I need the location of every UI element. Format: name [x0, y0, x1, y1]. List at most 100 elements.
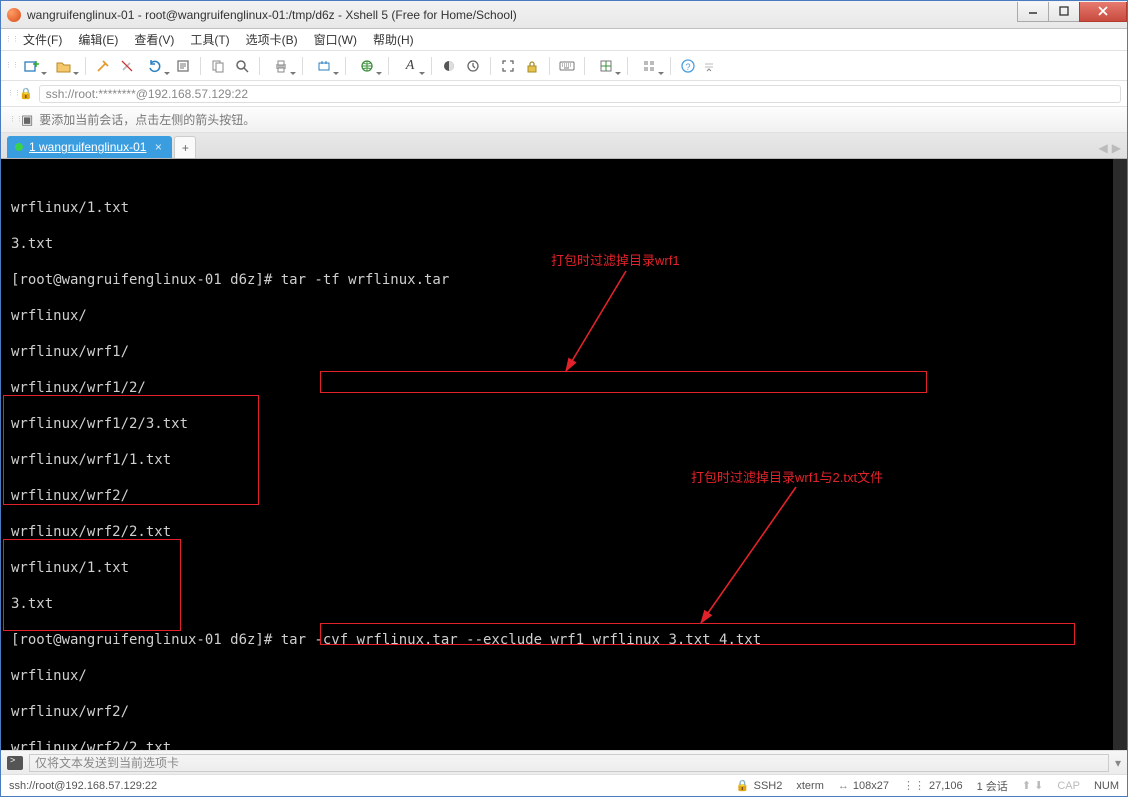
lock-button[interactable] [521, 55, 543, 77]
arrange-button[interactable] [634, 55, 664, 77]
search-button[interactable] [231, 55, 253, 77]
toolbar-separator [85, 57, 86, 75]
toolbar-options-button[interactable] [701, 55, 717, 77]
highlight-box [3, 539, 181, 631]
terminal-line: [root@wangruifenglinux-01 d6z]# tar -cvf… [11, 631, 1121, 649]
terminal-line: wrflinux/wrf1/ [11, 343, 1121, 361]
address-text: ssh://root:********@192.168.57.129:22 [46, 87, 248, 101]
toolbar-separator [490, 57, 491, 75]
menu-tab[interactable]: 选项卡(B) [238, 29, 306, 50]
grip-icon: ⋮⋮ [9, 118, 15, 122]
disconnect-button[interactable] [116, 55, 138, 77]
grip-icon: ⋮⋮ [5, 38, 11, 42]
titlebar: wangruifenglinux-01 - root@wangruifengli… [1, 1, 1127, 29]
properties-button[interactable] [172, 55, 194, 77]
terminal-line: wrflinux/wrf1/2/3.txt [11, 415, 1121, 433]
minimize-button[interactable] [1017, 2, 1049, 22]
resize-icon: ↔ [838, 780, 849, 792]
terminal-line: [root@wangruifenglinux-01 d6z]# tar -tf … [11, 271, 1121, 289]
new-session-button[interactable] [17, 55, 47, 77]
tab-close-button[interactable]: × [152, 141, 164, 153]
toolbar-separator [431, 57, 432, 75]
status-sessions: 1 会话 [977, 778, 1008, 794]
terminal-line: wrflinux/wrf2/ [11, 487, 1121, 505]
lock-icon: 🔒 [736, 779, 750, 792]
grip-icon: ⋮⋮ [7, 92, 13, 96]
status-connection: ssh://root@192.168.57.129:22 [9, 780, 157, 792]
tab-prev-button[interactable]: ◀ [1099, 141, 1108, 155]
tab-navigation: ◀ ▶ [1099, 141, 1121, 158]
connect-button[interactable] [92, 55, 114, 77]
command-placeholder: 仅将文本发送到当前选项卡 [35, 754, 179, 771]
terminal-line: wrflinux/wrf2/ [11, 703, 1121, 721]
session-log-button[interactable] [462, 55, 484, 77]
terminal-line: 3.txt [11, 235, 1121, 253]
menu-file[interactable]: 文件(F) [15, 29, 70, 50]
terminal-line: wrflinux/1.txt [11, 199, 1121, 217]
xftp-button[interactable] [309, 55, 339, 77]
toolbar-separator [302, 57, 303, 75]
open-button[interactable] [49, 55, 79, 77]
menubar: ⋮⋮ 文件(F) 编辑(E) 查看(V) 工具(T) 选项卡(B) 窗口(W) … [1, 29, 1127, 51]
status-term: xterm [796, 780, 824, 792]
session-tab[interactable]: 1 wangruifenglinux-01 × [7, 136, 172, 158]
tab-next-button[interactable]: ▶ [1112, 141, 1121, 155]
font-button[interactable]: A [395, 55, 425, 77]
fullscreen-button[interactable] [497, 55, 519, 77]
tab-add-button[interactable]: + [174, 136, 196, 158]
address-field[interactable]: ssh://root:********@192.168.57.129:22 [39, 85, 1121, 103]
menu-edit[interactable]: 编辑(E) [70, 29, 126, 50]
tab-label: 1 wangruifenglinux-01 [29, 140, 146, 154]
menu-tools[interactable]: 工具(T) [182, 29, 237, 50]
terminal-line: 3.txt [11, 595, 1121, 613]
app-icon [7, 8, 21, 22]
toolbar: ⋮⋮ A ? [1, 51, 1127, 81]
terminal-line: wrflinux/wrf1/1.txt [11, 451, 1121, 469]
keyboard-button[interactable] [556, 55, 578, 77]
layout-button[interactable] [591, 55, 621, 77]
terminal-line: wrflinux/1.txt [11, 559, 1121, 577]
status-size: ↔108x27 [838, 780, 889, 792]
hint-text: 要添加当前会话，点击左侧的箭头按钮。 [39, 111, 255, 128]
terminal-line: wrflinux/wrf2/2.txt [11, 739, 1121, 750]
prompt-icon [7, 756, 23, 770]
terminal-scrollbar[interactable] [1113, 159, 1127, 750]
terminal-line: wrflinux/wrf2/2.txt [11, 523, 1121, 541]
svg-text:?: ? [685, 62, 690, 72]
command-input[interactable]: 仅将文本发送到当前选项卡 [29, 754, 1109, 772]
app-window: wangruifenglinux-01 - root@wangruifengli… [0, 0, 1128, 797]
bookmark-add-icon[interactable]: ▣ [21, 112, 33, 128]
command-bar: 仅将文本发送到当前选项卡 ▾ [1, 750, 1127, 774]
maximize-button[interactable] [1048, 2, 1080, 22]
lock-icon: 🔒 [19, 87, 33, 100]
toolbar-separator [259, 57, 260, 75]
close-button[interactable] [1079, 2, 1127, 22]
status-protocol: 🔒SSH2 [736, 779, 782, 792]
toolbar-separator [388, 57, 389, 75]
color-scheme-button[interactable] [438, 55, 460, 77]
print-button[interactable] [266, 55, 296, 77]
command-dropdown-button[interactable]: ▾ [1115, 756, 1121, 770]
annotation-text: 打包时过滤掉目录wrf1与2.txt文件 [691, 469, 883, 487]
toolbar-separator [549, 57, 550, 75]
toolbar-separator [584, 57, 585, 75]
help-button[interactable]: ? [677, 55, 699, 77]
menu-view[interactable]: 查看(V) [126, 29, 182, 50]
menu-window[interactable]: 窗口(W) [306, 29, 365, 50]
status-updown: ⬆ ⬇ [1022, 779, 1044, 792]
annotation-text: 打包时过滤掉目录wrf1 [551, 252, 680, 270]
status-num: NUM [1094, 780, 1119, 792]
status-cap: CAP [1057, 780, 1080, 792]
grip-icon: ⋮⋮ [5, 64, 11, 68]
copy-button[interactable] [207, 55, 229, 77]
reconnect-button[interactable] [140, 55, 170, 77]
window-title: wangruifenglinux-01 - root@wangruifengli… [27, 8, 1018, 22]
status-cursor-position: ⋮⋮27,106 [903, 779, 963, 792]
hint-bar: ⋮⋮ ▣ 要添加当前会话，点击左侧的箭头按钮。 [1, 107, 1127, 133]
terminal-line: wrflinux/ [11, 307, 1121, 325]
menu-help[interactable]: 帮助(H) [365, 29, 422, 50]
browser-button[interactable] [352, 55, 382, 77]
window-buttons [1018, 2, 1127, 22]
terminal[interactable]: wrflinux/1.txt 3.txt [root@wangruifengli… [1, 159, 1127, 750]
status-bar: ssh://root@192.168.57.129:22 🔒SSH2 xterm… [1, 774, 1127, 796]
